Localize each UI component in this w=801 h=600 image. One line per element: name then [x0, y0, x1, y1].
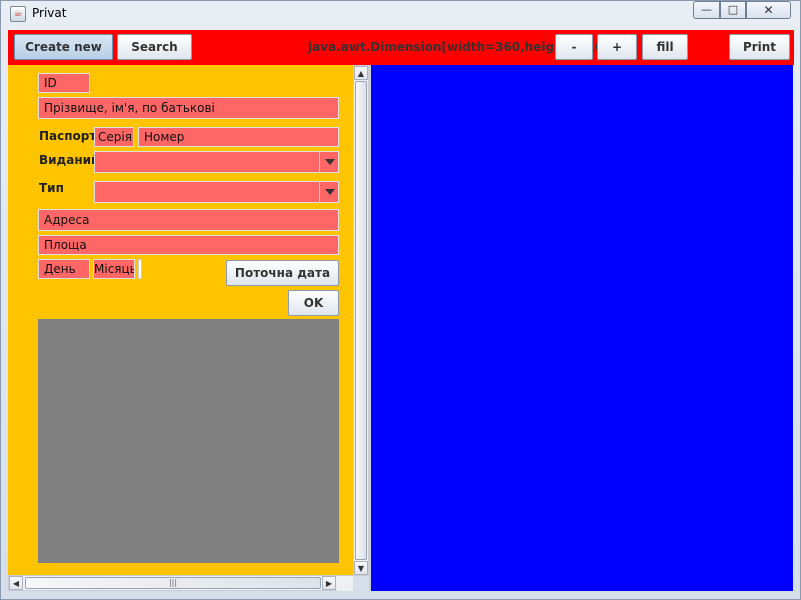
- passport-number-field[interactable]: Номер: [138, 127, 339, 147]
- type-label: Тип: [39, 181, 64, 195]
- scroll-up-icon[interactable]: ▲: [354, 66, 368, 80]
- chevron-down-icon[interactable]: [319, 151, 338, 173]
- day-field[interactable]: День: [38, 259, 90, 279]
- horizontal-scroll-thumb[interactable]: |||: [25, 577, 321, 589]
- fullname-field[interactable]: Прізвище, ім'я, по батькові: [38, 97, 339, 119]
- scroll-down-icon[interactable]: ▼: [354, 561, 368, 575]
- drawing-canvas[interactable]: [371, 65, 793, 591]
- window-title: Privat: [32, 6, 67, 20]
- area-field[interactable]: Площа: [38, 235, 339, 255]
- current-date-button[interactable]: Поточна дата: [226, 260, 339, 286]
- preview-area: [38, 319, 339, 563]
- passport-series-field[interactable]: Серія: [94, 127, 134, 147]
- minimize-button[interactable]: —: [693, 1, 720, 19]
- java-app-icon: ☕: [10, 6, 26, 22]
- zoom-in-button[interactable]: +: [597, 34, 637, 60]
- chevron-down-icon[interactable]: [319, 181, 338, 203]
- type-combobox[interactable]: [94, 181, 339, 203]
- issued-combobox[interactable]: [94, 151, 339, 173]
- issued-label: Виданий: [39, 153, 100, 167]
- create-new-button[interactable]: Create new: [14, 34, 113, 60]
- vertical-scroll-thumb[interactable]: [355, 81, 367, 560]
- zoom-out-button[interactable]: -: [555, 34, 593, 60]
- fill-button[interactable]: fill: [642, 34, 688, 60]
- address-field[interactable]: Адреса: [38, 209, 339, 231]
- scroll-left-icon[interactable]: ◀: [9, 576, 23, 590]
- passport-label: Паспорт: [39, 129, 97, 143]
- ok-button[interactable]: OK: [288, 290, 339, 316]
- close-button[interactable]: ✕: [746, 1, 791, 19]
- maximize-button[interactable]: □: [720, 1, 746, 19]
- title-bar: [0, 0, 801, 26]
- id-field[interactable]: ID: [38, 73, 90, 93]
- search-button[interactable]: Search: [117, 34, 192, 60]
- scroll-right-icon[interactable]: ▶: [322, 576, 336, 590]
- scroll-corner: [337, 576, 353, 591]
- year-field[interactable]: [138, 259, 142, 279]
- print-button[interactable]: Print: [729, 34, 790, 60]
- month-field[interactable]: Місяць: [93, 259, 135, 279]
